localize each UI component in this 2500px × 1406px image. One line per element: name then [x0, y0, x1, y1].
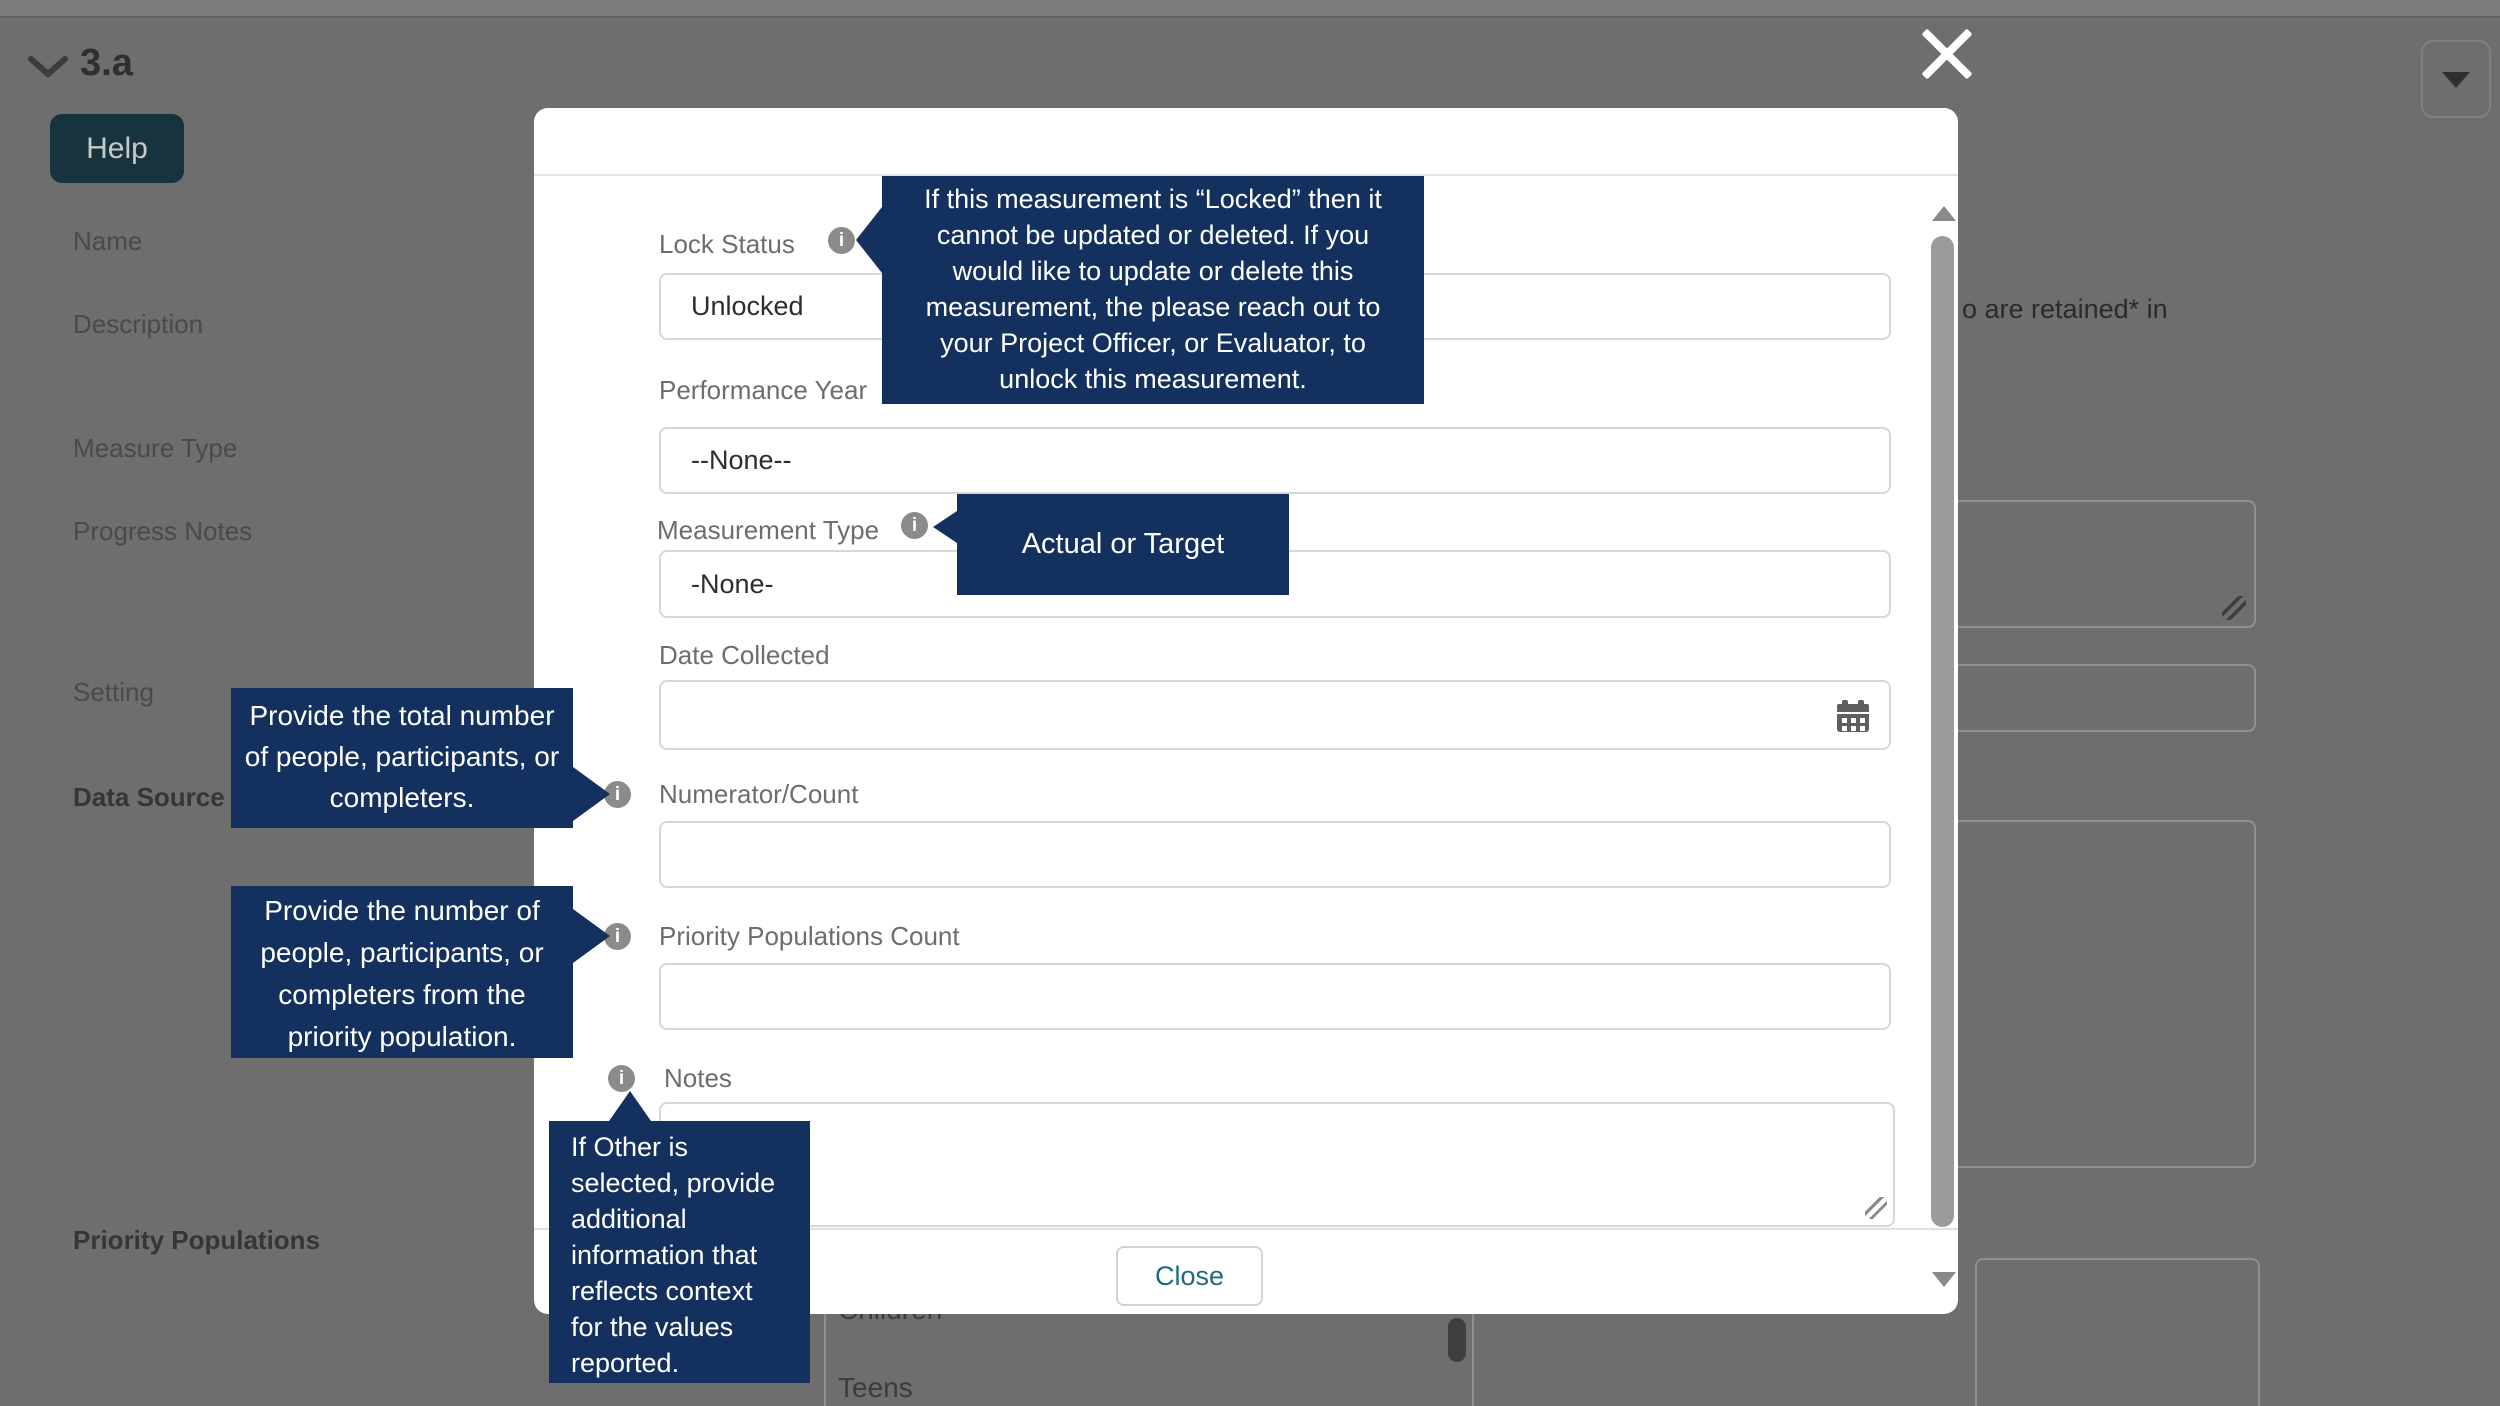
measurement-type-tooltip: Actual or Target: [957, 494, 1289, 595]
measurement-type-value: -None-: [691, 552, 774, 616]
notes-label: Notes: [664, 1063, 732, 1093]
background-text-fragment: o are retained* in: [1962, 294, 2168, 325]
dropdown-button[interactable]: [2421, 40, 2491, 118]
lock-status-label: Lock Status: [659, 229, 795, 259]
chevron-down-icon[interactable]: [28, 55, 68, 84]
info-icon[interactable]: i: [608, 1065, 635, 1092]
numerator-tooltip: Provide the total number of people, part…: [231, 688, 573, 828]
priority-populations-count-input[interactable]: [659, 963, 1891, 1030]
lock-status-value: Unlocked: [691, 275, 804, 338]
modal-header: [534, 108, 1958, 176]
date-collected-label: Date Collected: [659, 640, 830, 670]
close-button[interactable]: Close: [1116, 1246, 1263, 1306]
listbox-scrollbar-thumb[interactable]: [1448, 1318, 1466, 1362]
tooltip-arrow-left: [856, 207, 882, 273]
calendar-icon[interactable]: [1837, 700, 1869, 732]
resize-grip-icon[interactable]: [2222, 596, 2246, 620]
numerator-count-label: Numerator/Count: [659, 779, 858, 809]
field-label-name: Name: [73, 226, 142, 256]
priority-populations-count-label: Priority Populations Count: [659, 921, 960, 951]
caret-down-icon: [2442, 72, 2470, 88]
field-label-priority-populations: Priority Populations: [73, 1225, 320, 1255]
notes-tooltip: If Other is selected, provide additional…: [549, 1121, 810, 1383]
scrollbar-up-arrow-icon[interactable]: [1932, 206, 1956, 221]
performance-year-label: Performance Year: [659, 375, 867, 405]
tooltip-arrow-right: [573, 909, 610, 963]
help-button[interactable]: Help: [50, 114, 184, 183]
notes-textarea[interactable]: [659, 1102, 1895, 1227]
modal-scrollbar-thumb[interactable]: [1931, 236, 1954, 1227]
screen-overlay: 3.a Help Name Description Measure Type P…: [0, 0, 2500, 1406]
info-icon[interactable]: i: [828, 227, 855, 254]
close-icon[interactable]: [1919, 26, 1975, 82]
performance-year-value: --None--: [691, 429, 792, 492]
field-label-progress-notes: Progress Notes: [73, 516, 252, 546]
background-bottom-right-box[interactable]: [1975, 1258, 2260, 1406]
measurement-type-label: Measurement Type: [657, 515, 879, 545]
page-top-strip: [0, 0, 2500, 18]
field-label-measure-type: Measure Type: [73, 433, 237, 463]
list-item[interactable]: Teens: [838, 1372, 913, 1404]
tooltip-arrow-up: [609, 1091, 651, 1121]
section-title: 3.a: [80, 42, 133, 85]
field-label-setting: Setting: [73, 677, 154, 707]
priority-populations-tooltip: Provide the number of people, participan…: [231, 886, 573, 1058]
tooltip-arrow-left: [933, 511, 957, 543]
lock-status-tooltip: If this measurement is “Locked” then it …: [882, 176, 1424, 404]
info-icon[interactable]: i: [901, 512, 928, 539]
performance-year-input[interactable]: --None--: [659, 427, 1891, 494]
field-label-data-source: Data Source: [73, 782, 225, 812]
tooltip-arrow-right: [573, 767, 610, 821]
resize-grip-icon[interactable]: [1865, 1197, 1887, 1219]
field-label-description: Description: [73, 309, 203, 339]
date-collected-input[interactable]: [659, 680, 1891, 750]
numerator-count-input[interactable]: [659, 821, 1891, 888]
scrollbar-down-arrow-icon[interactable]: [1932, 1272, 1956, 1287]
